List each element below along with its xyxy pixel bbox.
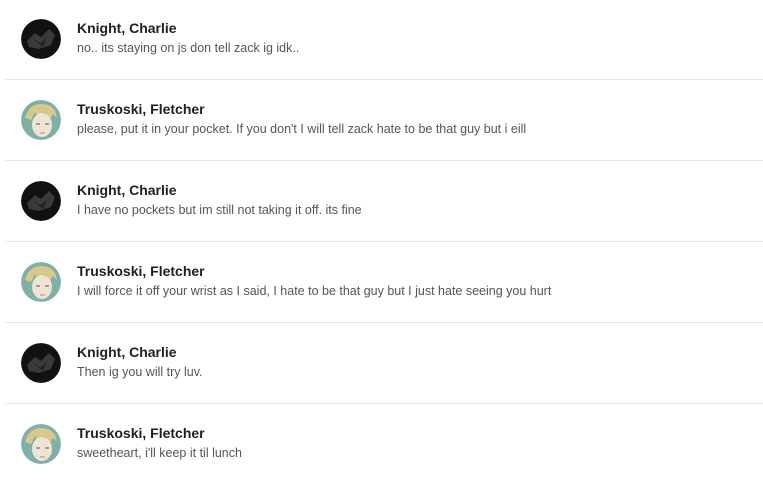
message-text: no.. its staying on js don tell zack ig … <box>77 41 300 55</box>
fletcher-avatar[interactable] <box>21 100 61 140</box>
message-author: Knight, Charlie <box>77 20 177 36</box>
message-row[interactable]: Truskoski, Fletcher please, put it in yo… <box>5 81 763 161</box>
message-text: Then ig you will try luv. <box>77 365 203 379</box>
message-author: Knight, Charlie <box>77 344 177 360</box>
message-author: Truskoski, Fletcher <box>77 263 205 279</box>
message-text: I have no pockets but im still not takin… <box>77 203 362 217</box>
message-row[interactable]: Knight, Charlie I have no pockets but im… <box>5 162 763 242</box>
message-text: sweetheart, i'll keep it til lunch <box>77 446 242 460</box>
message-list: Knight, Charlie no.. its staying on js d… <box>5 0 763 485</box>
fletcher-avatar[interactable] <box>21 262 61 302</box>
message-author: Truskoski, Fletcher <box>77 425 205 441</box>
fletcher-avatar[interactable] <box>21 424 61 464</box>
message-row[interactable]: Knight, Charlie Then ig you will try luv… <box>5 324 763 404</box>
charlie-avatar[interactable] <box>21 19 61 59</box>
message-row[interactable]: Knight, Charlie no.. its staying on js d… <box>5 0 763 80</box>
message-row[interactable]: Truskoski, Fletcher sweetheart, i'll kee… <box>5 405 763 485</box>
message-text: please, put it in your pocket. If you do… <box>77 122 527 136</box>
message-text: I will force it off your wrist as I said… <box>77 284 552 298</box>
message-author: Knight, Charlie <box>77 182 177 198</box>
charlie-avatar[interactable] <box>21 343 61 383</box>
charlie-avatar[interactable] <box>21 181 61 221</box>
message-row[interactable]: Truskoski, Fletcher I will force it off … <box>5 243 763 323</box>
message-author: Truskoski, Fletcher <box>77 101 205 117</box>
